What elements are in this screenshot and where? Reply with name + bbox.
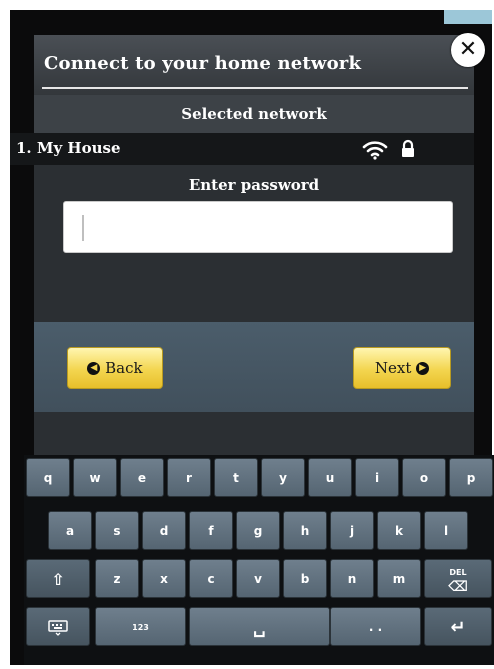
password-input[interactable] [63, 201, 453, 253]
back-button[interactable]: ◀ Back [67, 347, 163, 389]
key-i[interactable]: i [355, 458, 399, 497]
space-key[interactable]: ␣ [189, 607, 330, 646]
key-q[interactable]: q [26, 458, 70, 497]
backspace-icon: ⌫ [448, 579, 468, 595]
key-s[interactable]: s [95, 511, 139, 550]
selected-network-header: Selected network [34, 95, 474, 133]
key-v[interactable]: v [236, 559, 280, 598]
key-y[interactable]: y [261, 458, 305, 497]
wifi-icon [362, 141, 388, 160]
key-d[interactable]: d [142, 511, 186, 550]
delete-label: DEL [449, 568, 467, 577]
back-label: Back [105, 359, 143, 377]
dialog-title: Connect to your home network [44, 53, 362, 74]
key-e[interactable]: e [120, 458, 164, 497]
key-m[interactable]: m [377, 559, 421, 598]
key-u[interactable]: u [308, 458, 352, 497]
key-r[interactable]: r [167, 458, 211, 497]
title-divider [42, 87, 468, 89]
key-o[interactable]: o [402, 458, 446, 497]
back-arrow-icon: ◀ [87, 361, 101, 375]
key-z[interactable]: z [95, 559, 139, 598]
key-n[interactable]: n [330, 559, 374, 598]
numbers-key[interactable]: 123 [95, 607, 186, 646]
lock-icon [402, 139, 414, 157]
keyboard-hide-key[interactable] [26, 607, 90, 646]
next-label: Next [374, 359, 412, 377]
keyboard-icon [48, 619, 68, 636]
password-label: Enter password [188, 176, 320, 194]
key-h[interactable]: h [283, 511, 327, 550]
close-button[interactable]: ✕ [451, 33, 485, 67]
key-a[interactable]: a [48, 511, 92, 550]
dialog-header: Connect to your home network [34, 35, 474, 95]
onscreen-keyboard: q w e r t y u i o p a s d f g h j k l ⇧ … [24, 455, 494, 665]
key-t[interactable]: t [214, 458, 258, 497]
delete-key[interactable]: DEL ⌫ [424, 559, 492, 598]
key-w[interactable]: w [73, 458, 117, 497]
key-k[interactable]: k [377, 511, 421, 550]
dots-key[interactable]: . . [330, 607, 421, 646]
key-l[interactable]: l [424, 511, 468, 550]
key-x[interactable]: x [142, 559, 186, 598]
selected-network-label: Selected network [181, 105, 327, 123]
key-j[interactable]: j [330, 511, 374, 550]
network-name: 1. My House [16, 139, 121, 157]
next-arrow-icon: ▶ [416, 361, 430, 375]
key-c[interactable]: c [189, 559, 233, 598]
key-g[interactable]: g [236, 511, 280, 550]
key-b[interactable]: b [283, 559, 327, 598]
enter-key[interactable]: ↵ [424, 607, 492, 646]
text-caret [82, 215, 84, 241]
next-button[interactable]: Next ▶ [353, 347, 451, 389]
network-row[interactable]: 1. My House [10, 133, 474, 165]
key-f[interactable]: f [189, 511, 233, 550]
shift-key[interactable]: ⇧ [26, 559, 90, 598]
corner-tab [444, 10, 492, 24]
key-p[interactable]: p [449, 458, 493, 497]
